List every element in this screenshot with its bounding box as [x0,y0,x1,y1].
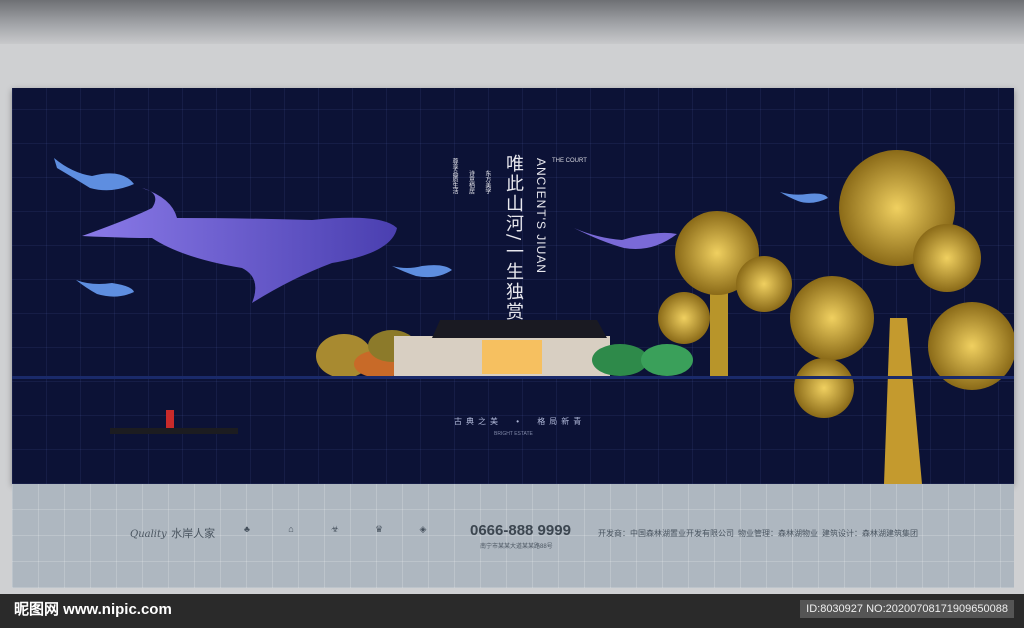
builder-name: 森林湖建筑集团 [862,529,918,538]
left-lines: 尊享品质生活 诗意栖居 东方美学 [450,158,492,199]
developer-label: 开发商： [598,529,630,538]
whale-icon [392,265,452,278]
watermark-site: 昵图网 www.nipic.com [14,601,172,618]
brand-script: Quality [130,529,167,540]
slogan-en: BRIGHT ESTATE [494,431,533,437]
brand-cn: 水岸人家 [171,528,216,540]
whale-icon [574,228,677,250]
partner-logo-icon: ♛ [374,524,384,534]
developer-info: 开发商：中国森林湖置业开发有限公司 [598,528,734,539]
whale-icon [780,192,828,203]
slogan: 古典之美 • 格局新青 [454,417,586,426]
partner-logo-icon: ☣ [330,524,340,534]
whale-icon [76,280,134,297]
partner-logo-icon: ♣ [244,524,250,534]
left-line: 东方美学 [483,170,490,194]
brand: Quality 水岸人家 [130,524,215,542]
whale-icon [82,188,397,303]
corner-logo: THE COURT [552,158,587,164]
property-name: 森林湖物业 [778,529,818,538]
whale-icon [54,158,134,191]
developer-name: 中国森林湖置业开发有限公司 [630,529,734,538]
builder-label: 建筑设计： [822,529,862,538]
poster-board: 唯此山河/一生独赏 ANCIENT'S JIUAN THE COURT 尊享品质… [12,88,1014,484]
slogan-left: 古典之美 [454,417,502,426]
tree-trunk [884,318,922,484]
headline: 唯此山河/一生独赏 [503,154,524,323]
builder-info: 建筑设计：森林湖建筑集团 [822,528,918,539]
partner-logo-icon: ⌂ [288,524,294,534]
boat [110,428,238,434]
watermark-id: ID:8030927 NO:20200708171909650088 [800,600,1014,618]
left-line: 尊享品质生活 [451,158,457,194]
property-info: 物业管理：森林湖物业 [738,528,818,539]
left-line: 诗意栖居 [467,170,474,194]
subtitle-en: ANCIENT'S JIUAN [534,158,548,274]
phone: 0666-888 9999 [470,522,571,539]
background-sky [0,0,1024,44]
slogan-right: 格局新青 [537,417,586,426]
partner-logo-icon: ◈ [419,524,427,534]
address: 南宁市某某大道某某路88号 [480,544,553,550]
property-label: 物业管理： [738,529,778,538]
